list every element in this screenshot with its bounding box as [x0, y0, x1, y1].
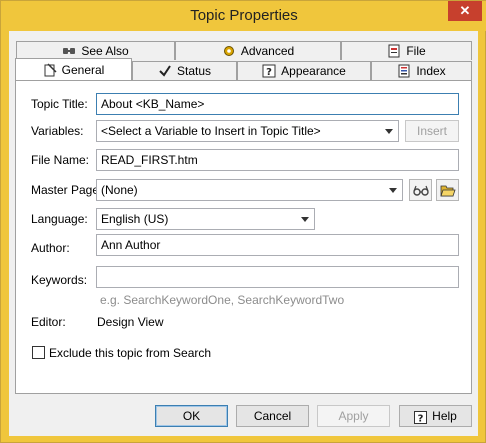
file-icon — [387, 44, 401, 58]
author-input[interactable]: Ann Author — [96, 234, 459, 256]
tab-label: See Also — [81, 44, 129, 58]
tab-general[interactable]: General — [15, 58, 132, 80]
window-title: Topic Properties — [190, 7, 298, 24]
file-name-input[interactable]: READ_FIRST.htm — [96, 149, 459, 171]
tab-index[interactable]: Index — [371, 61, 472, 80]
variables-dropdown[interactable]: <Select a Variable to Insert in Topic Ti… — [96, 120, 399, 142]
editor-value: Design View — [97, 315, 164, 329]
tab-label: Advanced — [240, 44, 295, 58]
variables-label: Variables: — [31, 124, 84, 138]
language-selected-value: English (US) — [101, 212, 169, 226]
help-button[interactable]: ? Help — [399, 405, 472, 427]
index-icon — [397, 64, 411, 78]
svg-text:?: ? — [418, 413, 424, 424]
dialog-client-area: See Also Advanced File General Status ? … — [9, 31, 478, 436]
variables-selected-value: <Select a Variable to Insert in Topic Ti… — [101, 124, 321, 138]
tab-label: General — [61, 62, 105, 77]
tab-appearance[interactable]: ? Appearance — [237, 61, 371, 80]
keywords-input[interactable] — [96, 266, 459, 288]
close-button[interactable]: ✕ — [448, 1, 482, 21]
tab-advanced[interactable]: Advanced — [175, 41, 341, 60]
topic-title-input[interactable]: About <KB_Name> — [96, 93, 459, 115]
master-page-selected-value: (None) — [101, 183, 138, 197]
general-tab-panel: Topic Title: About <KB_Name> Variables: … — [15, 80, 472, 394]
language-dropdown[interactable]: English (US) — [96, 208, 315, 230]
help-button-label: Help — [432, 409, 457, 423]
ok-button[interactable]: OK — [155, 405, 228, 427]
keywords-label: Keywords: — [31, 273, 88, 287]
folder-open-icon — [440, 184, 456, 200]
tab-file[interactable]: File — [341, 41, 472, 60]
file-name-label: File Name: — [31, 153, 90, 167]
close-icon: ✕ — [459, 3, 471, 18]
title-bar[interactable]: Topic Properties ✕ — [1, 1, 486, 31]
topic-properties-window: Topic Properties ✕ See Also Advanced Fil… — [0, 0, 486, 443]
help-icon: ? — [414, 410, 428, 424]
apply-button[interactable]: Apply — [317, 405, 390, 427]
topic-title-label: Topic Title: — [31, 97, 88, 111]
tab-label: Appearance — [281, 64, 346, 78]
tab-label: File — [406, 44, 426, 58]
see-also-icon — [62, 44, 76, 58]
tab-status[interactable]: Status — [132, 61, 237, 80]
exclude-from-search-checkbox[interactable] — [32, 346, 45, 359]
insert-button[interactable]: Insert — [405, 120, 459, 142]
help-question-icon: ? — [262, 64, 276, 78]
browse-master-page-button[interactable] — [436, 179, 459, 201]
cancel-button[interactable]: Cancel — [236, 405, 309, 427]
editor-label: Editor: — [31, 315, 66, 329]
gear-icon — [222, 44, 236, 58]
keywords-hint: e.g. SearchKeywordOne, SearchKeywordTwo — [100, 293, 345, 307]
glasses-icon — [413, 184, 429, 199]
exclude-from-search-label[interactable]: Exclude this topic from Search — [49, 346, 211, 360]
master-page-dropdown[interactable]: (None) — [96, 179, 403, 201]
tab-label: Index — [416, 64, 446, 78]
tab-label: Status — [176, 64, 212, 78]
svg-text:?: ? — [266, 67, 272, 78]
checkmark-icon — [158, 64, 172, 78]
chevron-down-icon — [389, 188, 397, 193]
language-label: Language: — [31, 212, 88, 226]
general-icon — [43, 62, 57, 77]
master-page-label: Master Page: — [31, 183, 103, 197]
author-label: Author: — [31, 241, 70, 255]
preview-master-page-button[interactable] — [409, 179, 432, 201]
chevron-down-icon — [385, 129, 393, 134]
chevron-down-icon — [301, 217, 309, 222]
